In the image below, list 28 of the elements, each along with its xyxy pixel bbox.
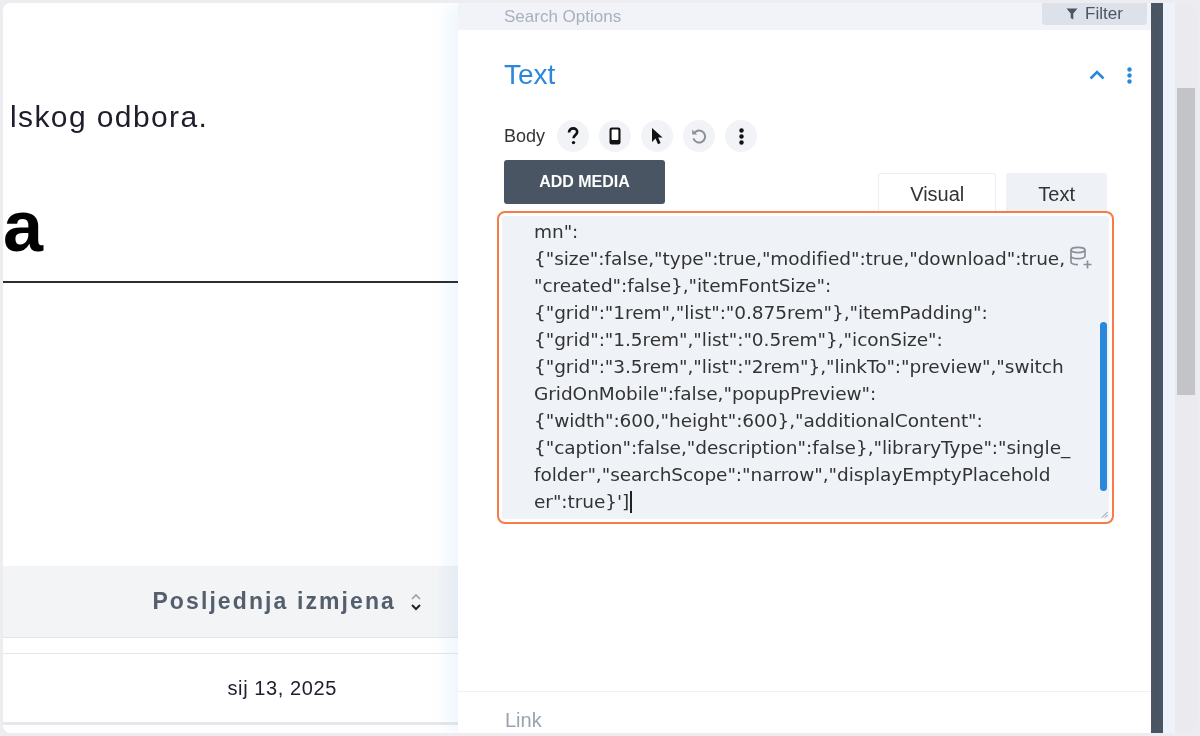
collapse-button[interactable] <box>1089 70 1105 80</box>
phone-icon <box>609 127 622 145</box>
funnel-icon <box>1066 8 1079 20</box>
more-button[interactable] <box>725 120 758 152</box>
undo-icon <box>691 128 708 144</box>
search-bar[interactable]: Search Options Filter <box>458 3 1151 30</box>
vertical-dots-icon <box>738 127 744 145</box>
responsive-button[interactable] <box>599 120 632 152</box>
filter-button[interactable]: Filter <box>1042 3 1147 25</box>
hover-button[interactable] <box>641 120 674 152</box>
chevron-up-icon <box>1089 70 1105 80</box>
sort-icon[interactable] <box>410 591 422 612</box>
text-editor-field[interactable]: mn": {"size":false,"type":true,"modified":true,"download":true, "created":false},"itemFontSize": {"grid":"1rem","list":"0.875rem"},"itemPadding": {"grid":"1.5rem","list":"0.5rem"},"iconSize": {"grid":"3.5rem","list":"2rem"},"linkTo":"preview","switch GridOnMobile":false,"popupPreview": {"width":600,"height":600},"additionalContent": {"caption":false,"description":false},"libraryType":"single_ folder","searchScope":"narrow","displayEmptyPlacehold er":true}'] <box>497 211 1114 524</box>
database-add-icon[interactable] <box>1069 246 1093 270</box>
table-cell: sij 13, 2025 <box>227 676 337 700</box>
question-icon <box>566 127 581 145</box>
heading-text: a <box>3 190 44 262</box>
text-cursor-icon <box>630 491 633 513</box>
vertical-dots-icon[interactable] <box>1127 66 1132 84</box>
field-label: Body <box>504 125 546 147</box>
help-button[interactable] <box>557 120 590 152</box>
pointer-icon <box>651 127 664 145</box>
resize-grip-icon[interactable] <box>1101 511 1108 518</box>
add-media-button[interactable]: ADD MEDIA <box>504 160 665 204</box>
section-title: Text <box>504 59 557 91</box>
scrollbar-thumb[interactable] <box>1177 88 1195 395</box>
paragraph-text: lskog odbora. <box>10 100 209 133</box>
scrollbar-thumb[interactable] <box>1100 322 1107 491</box>
